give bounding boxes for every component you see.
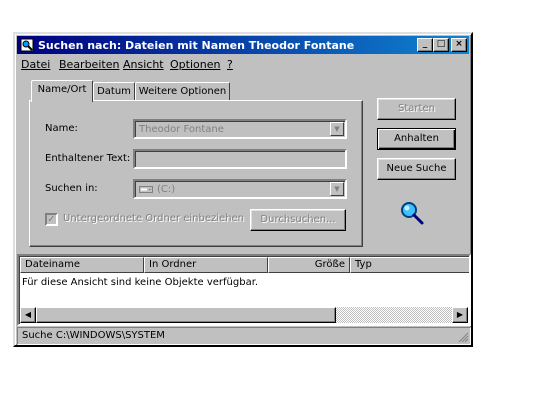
stop-button[interactable]: Anhalten [377, 128, 456, 150]
subfolders-label: Untergeordnete Ordner einbeziehen [63, 213, 245, 224]
tab-weitere-optionen[interactable]: Weitere Optionen [135, 82, 230, 101]
magnifier-icon [401, 202, 424, 225]
browse-button[interactable]: Durchsuchen... [250, 209, 346, 231]
scroll-thumb[interactable] [36, 307, 336, 323]
column-header-folder[interactable]: In Ordner [144, 257, 268, 273]
column-header-filename[interactable]: Dateiname [20, 257, 144, 273]
contained-text-input[interactable] [133, 149, 347, 169]
window-title: Suchen nach: Dateien mit Namen Theodor F… [38, 39, 355, 52]
tab-datum[interactable]: Datum [93, 82, 135, 101]
scroll-left-icon[interactable]: ◀ [20, 307, 36, 323]
search-in-value: (C:) [157, 184, 176, 195]
search-in-combobox[interactable]: (C:) ▼ [133, 179, 347, 199]
name-value: Theodor Fontane [139, 124, 224, 135]
scroll-right-icon[interactable]: ▶ [452, 307, 468, 323]
close-button[interactable]: × [451, 38, 467, 52]
hard-drive-icon [139, 185, 153, 193]
maximize-button[interactable]: □ [433, 38, 449, 52]
subfolders-checkbox[interactable]: ✓ [45, 213, 58, 226]
tab-name-ort[interactable]: Name/Ort [31, 80, 93, 102]
minimize-button[interactable]: _ [417, 38, 433, 52]
results-list[interactable]: Dateiname In Ordner Größe Typ Für diese … [17, 254, 471, 326]
name-combobox[interactable]: Theodor Fontane ▼ [133, 119, 347, 139]
status-bar: Suche C:\WINDOWS\SYSTEM [17, 327, 471, 345]
empty-list-message: Für diese Ansicht sind keine Objekte ver… [22, 277, 259, 288]
name-label: Name: [45, 123, 78, 134]
menu-bearbeiten[interactable]: Bearbeiten [59, 58, 119, 71]
menu-help[interactable]: ? [227, 58, 233, 71]
menu-datei[interactable]: Datei [21, 58, 50, 71]
chevron-down-icon[interactable]: ▼ [330, 122, 344, 136]
column-header-type[interactable]: Typ [350, 257, 469, 273]
new-search-button[interactable]: Neue Suche [377, 158, 456, 180]
text-label: Enthaltener Text: [45, 153, 131, 164]
title-bar[interactable]: Suchen nach: Dateien mit Namen Theodor F… [17, 36, 469, 54]
menu-bar: Datei Bearbeiten Ansicht Optionen ? [17, 55, 469, 74]
menu-optionen[interactable]: Optionen [170, 58, 220, 71]
chevron-down-icon[interactable]: ▼ [330, 182, 344, 196]
resize-grip-icon[interactable] [457, 331, 469, 343]
column-header-size[interactable]: Größe [268, 257, 350, 273]
start-button[interactable]: Starten [377, 98, 456, 120]
horizontal-scrollbar[interactable]: ◀ ▶ [20, 307, 468, 323]
tab-panel-name-ort: Name: Theodor Fontane ▼ Enthaltener Text… [29, 100, 363, 247]
status-text: Suche C:\WINDOWS\SYSTEM [22, 330, 165, 341]
search-window-icon [20, 38, 34, 52]
search-window: Suchen nach: Dateien mit Namen Theodor F… [13, 32, 473, 347]
search-in-label: Suchen in: [45, 183, 98, 194]
menu-ansicht[interactable]: Ansicht [123, 58, 164, 71]
